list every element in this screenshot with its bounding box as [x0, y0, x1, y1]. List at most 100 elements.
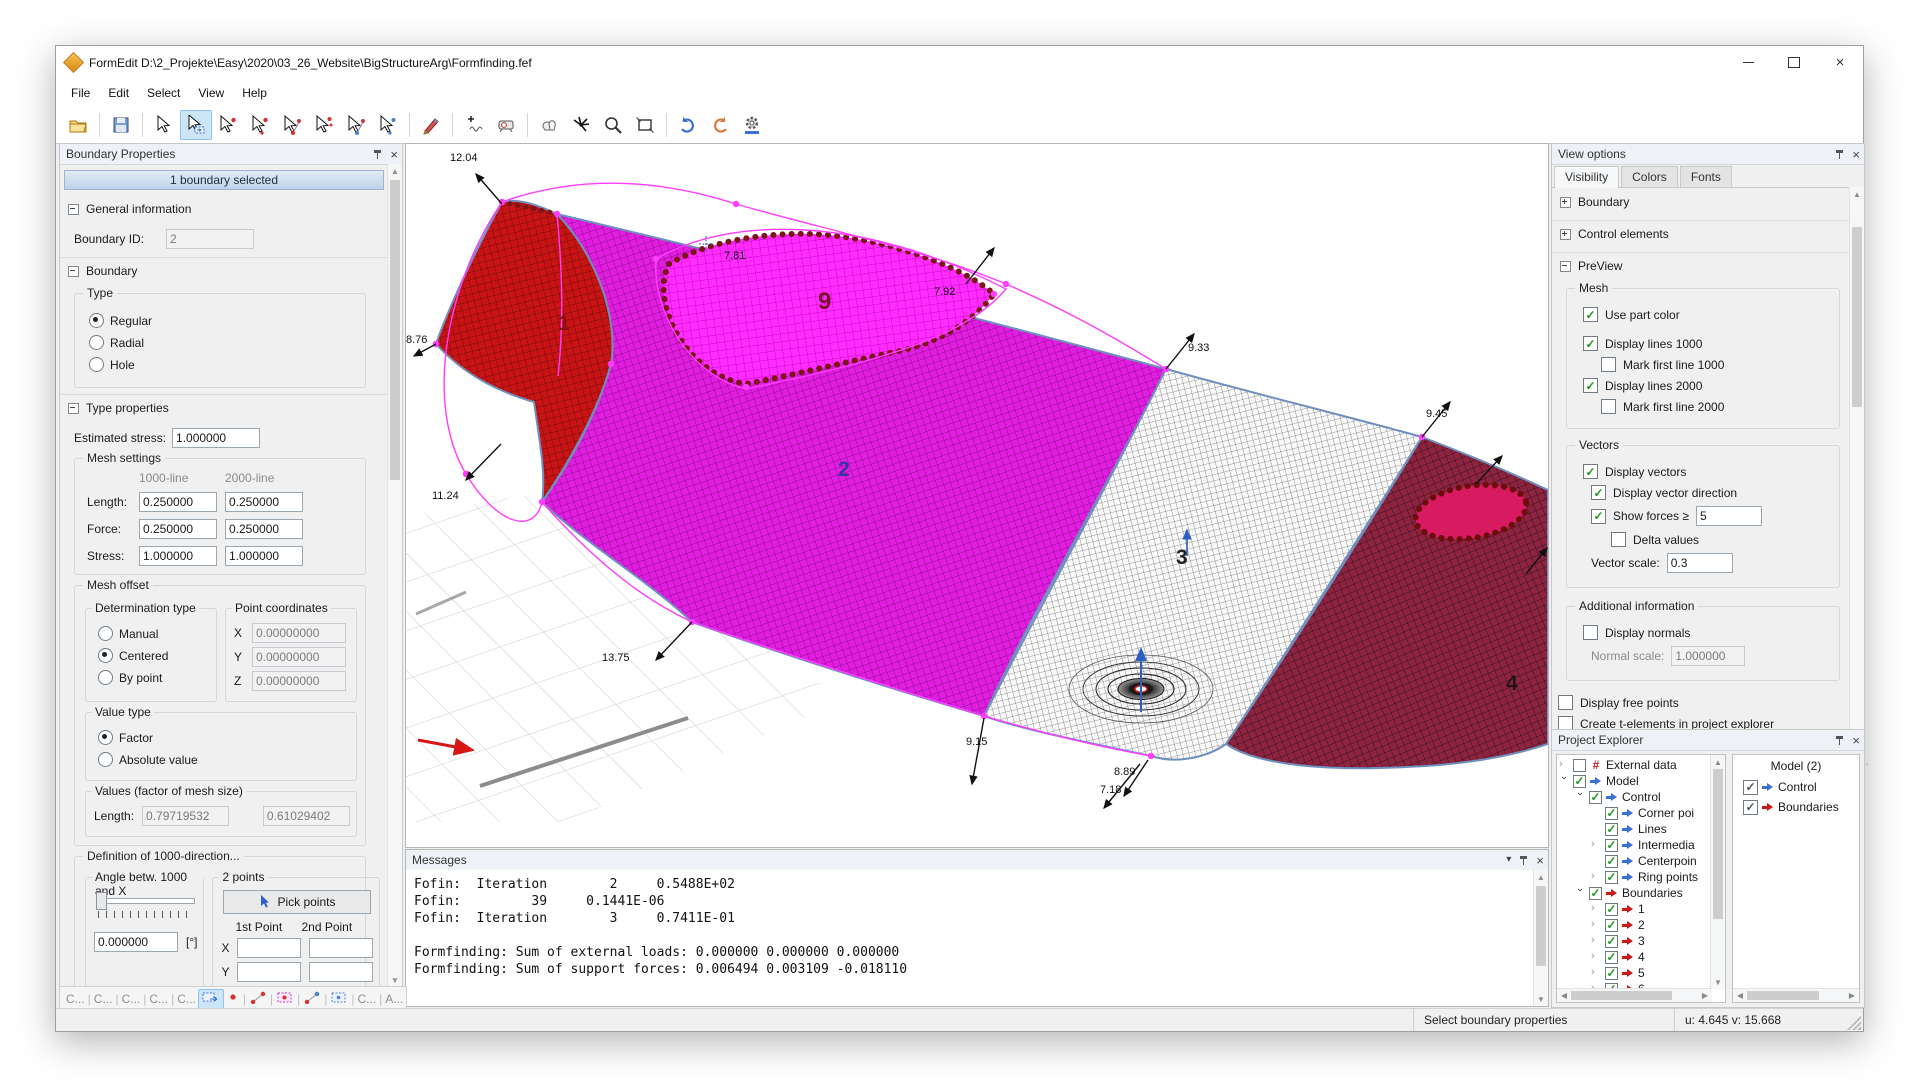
- tree-item-external-data[interactable]: ›#External data: [1557, 757, 1712, 773]
- slider-thumb[interactable]: [96, 892, 107, 910]
- tab-region-point-icon[interactable]: [274, 990, 296, 1008]
- undo-button[interactable]: [672, 110, 704, 140]
- radio-hole[interactable]: Hole: [89, 357, 357, 372]
- tree-item-lines[interactable]: ›Lines: [1557, 821, 1712, 837]
- projector-view-tool[interactable]: [490, 110, 522, 140]
- values-length-2000-field[interactable]: 0.61029402: [263, 806, 350, 826]
- boundary-panel-scrollbar[interactable]: ▲▼: [387, 164, 402, 987]
- messages-log[interactable]: Fofin: Iteration 2 0.5488E+02 Fofin: 39 …: [406, 870, 1534, 1006]
- check-display-vectors[interactable]: Display vectors: [1583, 464, 1831, 479]
- normal-scale-field[interactable]: 1.000000: [1671, 646, 1745, 666]
- force-2000-field[interactable]: 0.250000: [225, 519, 303, 539]
- tab-c6[interactable]: C...: [355, 990, 378, 1008]
- point2-y-field[interactable]: [309, 962, 373, 982]
- estimated-stress-field[interactable]: 1.000000: [172, 428, 260, 448]
- dropdown-icon[interactable]: ▾: [1506, 855, 1511, 865]
- boundary-id-field[interactable]: 2: [166, 229, 254, 249]
- pick-points-button[interactable]: Pick points: [223, 890, 371, 914]
- select-points-tool[interactable]: [308, 110, 340, 140]
- collapse-icon[interactable]: [1560, 261, 1571, 272]
- draw-pencil-tool[interactable]: [415, 110, 447, 140]
- tree-item-centerpoints[interactable]: ›Centerpoin: [1557, 853, 1712, 869]
- show-forces-field[interactable]: 5: [1696, 506, 1762, 526]
- check-display-normals[interactable]: Display normals: [1583, 625, 1831, 640]
- menu-view[interactable]: View: [189, 82, 233, 104]
- section-boundary-visibility[interactable]: Boundary: [1552, 189, 1850, 214]
- force-1000-field[interactable]: 0.250000: [139, 519, 217, 539]
- expand-icon[interactable]: [1560, 229, 1571, 240]
- tab-point-pair-icon[interactable]: [301, 990, 323, 1008]
- expand-icon[interactable]: [1560, 197, 1571, 208]
- length-1000-field[interactable]: 0.250000: [139, 492, 217, 512]
- tab-c2[interactable]: C...: [92, 990, 115, 1008]
- vector-scale-field[interactable]: 0.3: [1667, 553, 1733, 573]
- close-icon[interactable]: ×: [1536, 854, 1544, 867]
- tab-colors[interactable]: Colors: [1621, 166, 1678, 187]
- section-type-properties[interactable]: Type properties: [60, 394, 388, 420]
- tab-visibility[interactable]: Visibility: [1554, 166, 1619, 188]
- section-general-information[interactable]: General information: [60, 196, 388, 221]
- menu-file[interactable]: File: [62, 82, 99, 104]
- select-mixed-points-tool[interactable]: [340, 110, 372, 140]
- radio-factor[interactable]: Factor: [98, 730, 350, 745]
- tree-item-boundary-4[interactable]: ›4: [1557, 949, 1712, 965]
- explode-view-tool[interactable]: [565, 110, 597, 140]
- point2-x-field[interactable]: [309, 938, 373, 958]
- length-2000-field[interactable]: 0.250000: [225, 492, 303, 512]
- minimize-button[interactable]: [1725, 46, 1771, 79]
- radio-by-point[interactable]: By point: [98, 670, 210, 685]
- angle-value-field[interactable]: 0.000000: [94, 932, 178, 952]
- check-display-lines-1000[interactable]: Display lines 1000: [1583, 336, 1831, 351]
- menu-help[interactable]: Help: [233, 82, 276, 104]
- point1-x-field[interactable]: [237, 938, 301, 958]
- select-blue-points-tool[interactable]: [372, 110, 404, 140]
- tree-item-control[interactable]: ›Control: [1557, 789, 1712, 805]
- tree-item-boundary-1[interactable]: ›1: [1557, 901, 1712, 917]
- check-show-forces[interactable]: Show forces ≥ 5: [1591, 506, 1831, 526]
- offset-y-field[interactable]: 0.00000000: [252, 647, 346, 667]
- detail-hscrollbar[interactable]: ◀▶: [1733, 988, 1859, 1002]
- open-file-button[interactable]: [62, 110, 94, 140]
- radio-centered[interactable]: Centered: [98, 648, 210, 663]
- point1-y-field[interactable]: [237, 962, 301, 982]
- tree-item-intermediate[interactable]: ›Intermedia: [1557, 837, 1712, 853]
- tree-item-boundary-2[interactable]: ›2: [1557, 917, 1712, 933]
- redo-button[interactable]: [704, 110, 736, 140]
- section-control-elements[interactable]: Control elements: [1552, 220, 1850, 246]
- angle-slider[interactable]: [96, 892, 195, 918]
- select-point-pair-tool[interactable]: [244, 110, 276, 140]
- stress-1000-field[interactable]: 1.000000: [139, 546, 217, 566]
- check-use-part-color[interactable]: Use part color: [1583, 307, 1831, 322]
- messages-scrollbar[interactable]: ▲▼: [1533, 870, 1548, 1006]
- tree-hscrollbar[interactable]: ◀▶: [1557, 988, 1712, 1002]
- tab-a1[interactable]: A...: [383, 990, 405, 1008]
- resize-grip[interactable]: [1845, 1014, 1861, 1030]
- select-cursor-tool[interactable]: [148, 110, 180, 140]
- select-marquee-tool[interactable]: [180, 110, 212, 140]
- close-icon[interactable]: ×: [1852, 148, 1860, 161]
- close-icon[interactable]: ×: [1852, 734, 1860, 747]
- tab-marquee-select-icon[interactable]: [198, 989, 224, 1009]
- tree-item-boundary-5[interactable]: ›5: [1557, 965, 1712, 981]
- pan-hands-tool[interactable]: [533, 110, 565, 140]
- select-point-tool[interactable]: [212, 110, 244, 140]
- detail-item-control[interactable]: Control: [1733, 779, 1859, 795]
- radio-radial[interactable]: Radial: [89, 335, 357, 350]
- model-viewport[interactable]: 12.04 8.76 7.81 7.92 9.33 9.45 11.24 13.…: [405, 143, 1549, 848]
- collapse-icon[interactable]: [68, 204, 79, 215]
- view-options-scrollbar[interactable]: ▲▼: [1849, 187, 1864, 750]
- menu-edit[interactable]: Edit: [99, 82, 138, 104]
- values-length-1000-field[interactable]: 0.79719532: [142, 806, 229, 826]
- section-boundary[interactable]: Boundary: [60, 257, 388, 283]
- select-line-points-tool[interactable]: [276, 110, 308, 140]
- check-display-lines-2000[interactable]: Display lines 2000: [1583, 378, 1831, 393]
- tree-vscrollbar[interactable]: ▲▼: [1710, 755, 1725, 989]
- tab-point-line-icon[interactable]: [247, 990, 269, 1008]
- close-icon[interactable]: ×: [390, 148, 398, 161]
- check-delta-values[interactable]: Delta values: [1611, 532, 1831, 547]
- tree-item-boundaries[interactable]: ›Boundaries: [1557, 885, 1712, 901]
- tab-c3[interactable]: C...: [120, 990, 143, 1008]
- offset-z-field[interactable]: 0.00000000: [252, 671, 346, 691]
- tab-fonts[interactable]: Fonts: [1680, 166, 1732, 187]
- save-button[interactable]: [105, 110, 137, 140]
